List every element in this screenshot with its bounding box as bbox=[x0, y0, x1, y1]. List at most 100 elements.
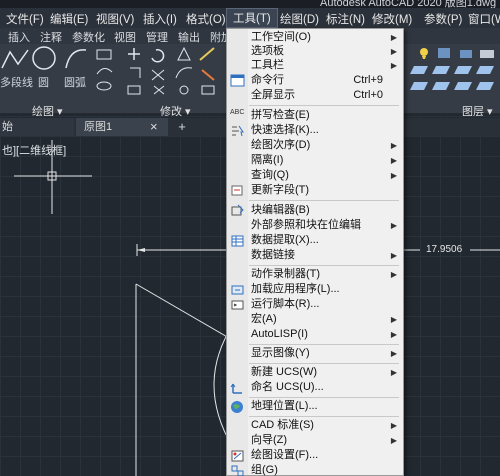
spell-check-icon: ABC bbox=[230, 109, 245, 122]
tab-manage[interactable]: 管理 bbox=[146, 29, 168, 45]
menu-item-label: 显示图像(Y) bbox=[251, 347, 310, 359]
tab-view[interactable]: 视图 bbox=[114, 29, 136, 45]
tab-insert[interactable]: 插入 bbox=[8, 29, 30, 45]
menu-item-run-script[interactable]: 运行脚本(R)... bbox=[227, 297, 403, 312]
menu-insert[interactable]: 插入(I) bbox=[143, 11, 177, 27]
viewport-label[interactable]: 也][二维线框] bbox=[2, 142, 66, 158]
menu-item-label: 全屏显示 bbox=[251, 89, 295, 101]
menu-item-clean-screen[interactable]: 全屏显示 Ctrl+0 bbox=[227, 88, 403, 103]
menu-item-label: 数据链接 bbox=[251, 249, 295, 261]
menu-item-wizards[interactable]: 向导(Z) ▶ bbox=[227, 433, 403, 448]
submenu-arrow-icon: ▶ bbox=[390, 349, 397, 358]
tab-parametric[interactable]: 参数化 bbox=[72, 29, 105, 45]
menu-item-toolbars[interactable]: 工具栏 ▶ bbox=[227, 58, 403, 73]
plus-icon: + bbox=[178, 119, 186, 134]
menu-item-workspaces[interactable]: 工作空间(O) ▶ bbox=[227, 30, 403, 45]
arc-tool[interactable]: 圆弧 bbox=[62, 44, 90, 89]
menu-item-label: 查询(Q) bbox=[251, 169, 289, 181]
submenu-arrow-icon: ▶ bbox=[390, 61, 397, 70]
doc-tab-start[interactable]: 始 bbox=[0, 118, 74, 136]
menu-item-data-links[interactable]: 数据链接 ▶ bbox=[227, 248, 403, 263]
globe-icon bbox=[231, 401, 243, 413]
menu-item-isolate[interactable]: 隔离(I) ▶ bbox=[227, 153, 403, 168]
menu-item-label: 绘图次序(D) bbox=[251, 139, 311, 151]
submenu-arrow-icon: ▶ bbox=[390, 47, 397, 56]
polyline-label: 多段线 bbox=[0, 77, 33, 89]
menu-separator bbox=[249, 363, 399, 364]
quick-select-icon bbox=[232, 125, 244, 137]
tab-output[interactable]: 输出 bbox=[178, 29, 200, 45]
menu-item-label: 组(G) bbox=[251, 464, 278, 476]
menu-item-action-recorder[interactable]: 动作录制器(T) ▶ bbox=[227, 267, 403, 282]
submenu-arrow-icon: ▶ bbox=[390, 33, 397, 42]
block-editor-icon bbox=[231, 204, 244, 216]
menu-item-xref-edit[interactable]: 外部参照和块在位编辑 ▶ bbox=[227, 218, 403, 233]
menu-item-label: 运行脚本(R)... bbox=[251, 298, 320, 310]
data-extraction-icon bbox=[231, 235, 244, 247]
tab-annotate[interactable]: 注释 bbox=[40, 29, 62, 45]
menu-item-block-editor[interactable]: 块编辑器(B) bbox=[227, 203, 403, 218]
submenu-arrow-icon: ▶ bbox=[390, 221, 397, 230]
menu-window[interactable]: 窗口(W) bbox=[468, 11, 500, 27]
menu-modify[interactable]: 修改(M) bbox=[372, 11, 412, 27]
menu-item-label: 外部参照和块在位编辑 bbox=[251, 219, 361, 231]
menu-dimension[interactable]: 标注(N) bbox=[326, 11, 365, 27]
doc-tab-drawing[interactable]: 原图1 × bbox=[76, 118, 168, 136]
menu-item-load-application[interactable]: 加载应用程序(L)... bbox=[227, 282, 403, 297]
circle-icon bbox=[32, 46, 56, 70]
layer-tools-icon[interactable] bbox=[410, 44, 500, 98]
menu-separator bbox=[249, 265, 399, 266]
menu-item-draw-order[interactable]: 绘图次序(D) ▶ bbox=[227, 138, 403, 153]
menu-item-drafting-settings[interactable]: 绘图设置(F)... bbox=[227, 448, 403, 463]
menu-tools[interactable]: 工具(T) bbox=[226, 8, 278, 28]
menu-item-group[interactable]: 组(G) bbox=[227, 463, 403, 476]
menu-item-shortcut: Ctrl+0 bbox=[353, 89, 383, 101]
menu-item-label: CAD 标准(S) bbox=[251, 419, 314, 431]
polyline-tool[interactable]: 多段线 bbox=[0, 44, 33, 89]
load-application-icon bbox=[231, 285, 244, 295]
menu-item-inquiry[interactable]: 查询(Q) ▶ bbox=[227, 168, 403, 183]
menu-view[interactable]: 视图(V) bbox=[96, 11, 134, 27]
menu-item-autolisp[interactable]: AutoLISP(I) ▶ bbox=[227, 327, 403, 342]
menu-item-named-ucs[interactable]: 命名 UCS(U)... bbox=[227, 380, 403, 395]
submenu-arrow-icon: ▶ bbox=[390, 421, 397, 430]
menu-file[interactable]: 文件(F) bbox=[6, 11, 44, 27]
menu-item-new-ucs[interactable]: 新建 UCS(W) ▶ bbox=[227, 365, 403, 380]
menu-item-update-fields[interactable]: 更新字段(T) bbox=[227, 183, 403, 198]
menu-item-macros[interactable]: 宏(A) ▶ bbox=[227, 312, 403, 327]
submenu-arrow-icon: ▶ bbox=[390, 368, 397, 377]
submenu-arrow-icon: ▶ bbox=[390, 436, 397, 445]
menu-item-label: 块编辑器(B) bbox=[251, 204, 310, 216]
menu-format[interactable]: 格式(O) bbox=[186, 11, 226, 27]
arc-label: 圆弧 bbox=[64, 77, 86, 89]
menu-item-cad-standards[interactable]: CAD 标准(S) ▶ bbox=[227, 418, 403, 433]
menu-item-display-image[interactable]: 显示图像(Y) ▶ bbox=[227, 346, 403, 361]
menu-separator bbox=[249, 416, 399, 417]
menu-item-spelling[interactable]: ABC 拼写检查(E) bbox=[227, 108, 403, 123]
menu-item-data-extraction[interactable]: 数据提取(X)... bbox=[227, 233, 403, 248]
menu-item-label: 加载应用程序(L)... bbox=[251, 283, 340, 295]
menu-parametric[interactable]: 参数(P) bbox=[424, 11, 462, 27]
update-fields-icon bbox=[231, 185, 243, 196]
menu-item-palettes[interactable]: 选项板 ▶ bbox=[227, 44, 403, 59]
window-title: Autodesk AutoCAD 2020 版图1.dwg bbox=[320, 0, 497, 8]
modify-tools-icon[interactable] bbox=[126, 46, 222, 96]
close-icon[interactable]: × bbox=[150, 118, 158, 136]
menu-separator bbox=[249, 397, 399, 398]
draw-tools-icon[interactable] bbox=[94, 48, 120, 94]
add-tab-button[interactable]: + bbox=[172, 118, 192, 136]
menu-item-geographic-location[interactable]: 地理位置(L)... bbox=[227, 399, 403, 414]
menu-item-quick-select[interactable]: 快速选择(K)... bbox=[227, 123, 403, 138]
drafting-settings-icon bbox=[231, 450, 244, 462]
menu-item-command-line[interactable]: 命令行 Ctrl+9 bbox=[227, 73, 403, 88]
circle-tool[interactable]: 圆 bbox=[30, 44, 58, 89]
menu-draw[interactable]: 绘图(D) bbox=[280, 11, 319, 27]
menu-item-label: 宏(A) bbox=[251, 313, 277, 325]
submenu-arrow-icon: ▶ bbox=[390, 315, 397, 324]
menu-separator bbox=[249, 344, 399, 345]
menu-bar: 文件(F) 编辑(E) 视图(V) 插入(I) 格式(O) 工具(T) 绘图(D… bbox=[0, 8, 500, 28]
doc-tab-start-label: 始 bbox=[2, 121, 13, 133]
menu-edit[interactable]: 编辑(E) bbox=[50, 11, 88, 27]
menu-separator bbox=[249, 200, 399, 201]
menu-item-label: 地理位置(L)... bbox=[251, 400, 318, 412]
